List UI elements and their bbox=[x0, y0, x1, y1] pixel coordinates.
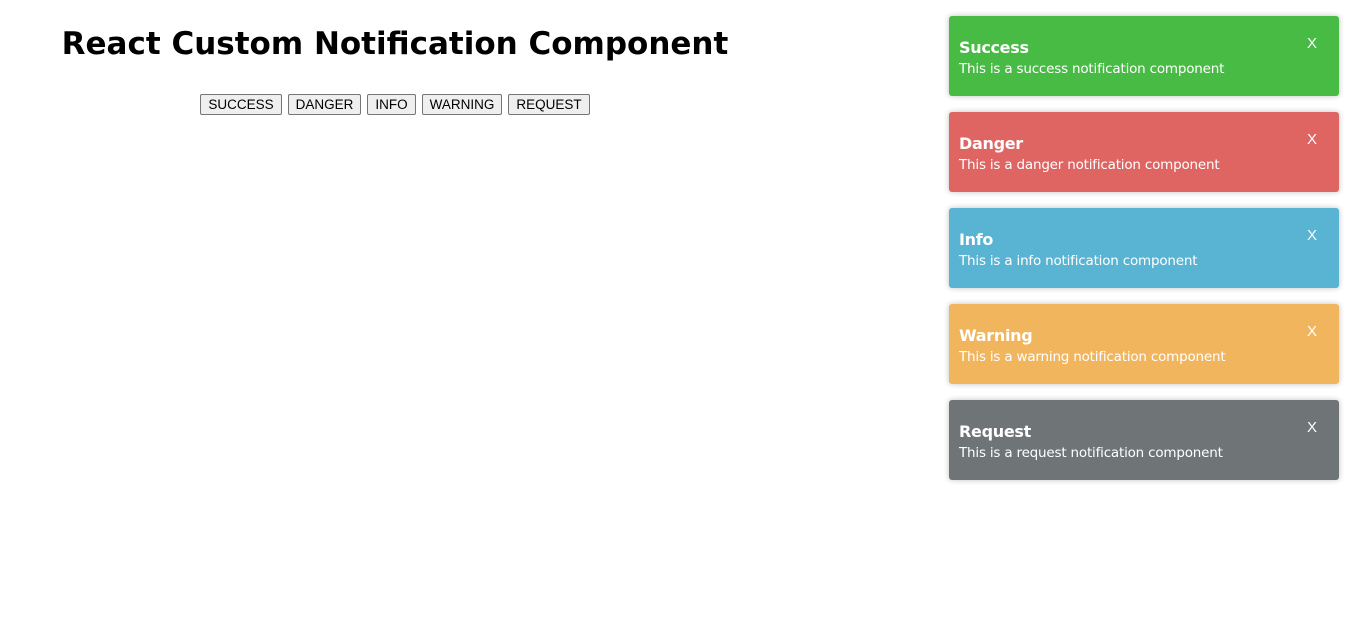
toast-request: Request This is a request notification c… bbox=[949, 400, 1339, 480]
danger-button[interactable]: DANGER bbox=[287, 94, 362, 115]
info-button[interactable]: INFO bbox=[367, 94, 416, 115]
toast-message: This is a info notification component bbox=[959, 253, 1198, 269]
toast-title: Info bbox=[959, 230, 994, 249]
success-button[interactable]: SUCCESS bbox=[200, 94, 282, 115]
toast-danger: Danger This is a danger notification com… bbox=[949, 112, 1339, 192]
toast-title: Danger bbox=[959, 134, 1023, 153]
toast-title: Warning bbox=[959, 326, 1033, 345]
toast-title: Success bbox=[959, 38, 1029, 57]
notification-container: Success This is a success notification c… bbox=[949, 16, 1339, 496]
close-icon[interactable]: X bbox=[1307, 36, 1317, 52]
close-icon[interactable]: X bbox=[1307, 228, 1317, 244]
request-button[interactable]: REQUEST bbox=[508, 94, 590, 115]
toast-message: This is a request notification component bbox=[959, 445, 1223, 461]
page-title: React Custom Notification Component bbox=[61, 26, 729, 62]
close-icon[interactable]: X bbox=[1307, 132, 1317, 148]
toast-info: Info This is a info notification compone… bbox=[949, 208, 1339, 288]
close-icon[interactable]: X bbox=[1307, 420, 1317, 436]
notification-button-row: SUCCESS DANGER INFO WARNING REQUEST bbox=[0, 94, 790, 115]
close-icon[interactable]: X bbox=[1307, 324, 1317, 340]
toast-message: This is a warning notification component bbox=[959, 349, 1226, 365]
toast-message: This is a success notification component bbox=[959, 61, 1225, 77]
toast-warning: Warning This is a warning notification c… bbox=[949, 304, 1339, 384]
warning-button[interactable]: WARNING bbox=[421, 94, 503, 115]
toast-message: This is a danger notification component bbox=[959, 157, 1220, 173]
toast-success: Success This is a success notification c… bbox=[949, 16, 1339, 96]
toast-title: Request bbox=[959, 422, 1031, 441]
